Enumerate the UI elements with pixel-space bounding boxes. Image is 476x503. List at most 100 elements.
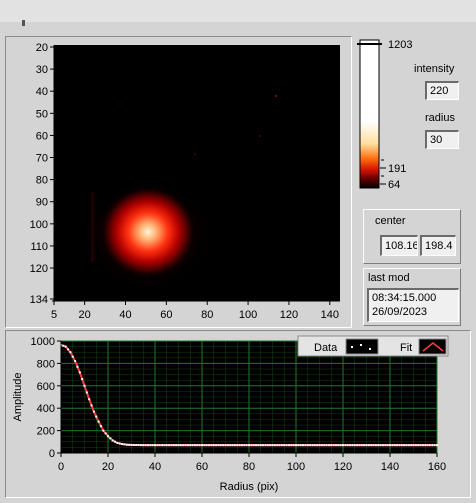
series-data-point	[240, 444, 243, 447]
legend-data-label: Data	[314, 342, 338, 354]
chart-x-axis: 0 20 40 60 80 100 120 140 160	[58, 452, 446, 473]
series-data-point	[358, 444, 361, 447]
series-data-point	[196, 444, 199, 447]
series-data-point	[262, 444, 265, 447]
series-data-point	[346, 444, 349, 447]
series-data-point	[189, 444, 192, 447]
series-data-point	[203, 444, 206, 447]
series-data-point	[255, 444, 258, 447]
series-data-point	[201, 444, 203, 447]
series-data-point	[398, 444, 401, 447]
chart-y-tick-label: 800	[37, 358, 55, 370]
series-data-point	[381, 444, 384, 447]
chart-x-tick-label: 140	[381, 461, 399, 473]
series-data-point	[374, 444, 377, 447]
series-data-point	[90, 404, 93, 407]
series-data-point	[125, 443, 128, 446]
series-data-point	[407, 444, 410, 447]
series-data-point	[168, 444, 171, 447]
series-data-point	[325, 444, 328, 447]
series-data-point	[99, 425, 102, 428]
series-data-point	[88, 398, 91, 401]
series-data-point	[154, 444, 156, 447]
series-data-point	[428, 444, 431, 447]
chart-x-tick-label: 100	[287, 461, 305, 473]
series-data-point	[161, 444, 164, 447]
series-data-point	[111, 439, 114, 442]
series-data-point	[212, 444, 215, 447]
series-data-point	[426, 444, 429, 447]
legend-fit-swatch[interactable]	[418, 338, 447, 355]
series-data-point	[217, 444, 220, 447]
chart-x-tick-label: 120	[334, 461, 352, 473]
series-data-point	[379, 444, 382, 447]
series-data-point	[135, 444, 138, 447]
chart-y-axis: 0 200 400 600 800 1000	[31, 336, 62, 460]
series-data-point	[403, 444, 406, 447]
series-data-point	[149, 444, 152, 447]
series-data-point	[396, 444, 399, 447]
series-data-point	[156, 444, 159, 447]
series-data-point	[69, 351, 72, 354]
series-data-point	[62, 344, 65, 347]
chart-y-tick-label: 200	[37, 426, 55, 438]
legend-data-swatch[interactable]	[345, 338, 379, 355]
series-data-point	[421, 444, 424, 447]
series-data-point	[431, 444, 434, 447]
series-data-point	[116, 441, 119, 444]
series-data-point	[250, 444, 253, 447]
series-data-point	[170, 444, 173, 447]
series-data-point	[193, 444, 196, 447]
series-data-point	[107, 435, 109, 438]
series-data-point	[76, 365, 79, 368]
series-data-point	[351, 444, 354, 447]
series-data-point	[245, 444, 248, 447]
legend-fit-label: Fit	[400, 342, 412, 354]
series-data-point	[419, 444, 422, 447]
series-data-point	[292, 444, 295, 447]
chart-y-tick-label: 1000	[31, 336, 55, 348]
series-data-point	[226, 444, 229, 447]
series-data-point	[191, 444, 194, 447]
series-data-point	[130, 443, 133, 446]
series-data-point	[306, 444, 309, 447]
series-data-point	[175, 444, 178, 447]
series-data-point	[266, 444, 269, 447]
series-data-point	[97, 420, 100, 423]
amplitude-radius-chart[interactable]: 0 20 40 60 80 100 120 140 160 02004006008001000 …	[0, 0, 476, 503]
series-data-point	[121, 443, 124, 446]
series-data-point	[184, 444, 187, 447]
series-data-point	[412, 444, 415, 447]
series-data-point	[186, 444, 189, 447]
series-data-point	[137, 444, 140, 447]
series-data-point	[318, 444, 321, 447]
x-axis-title: Radius (pix)	[220, 481, 279, 493]
series-data-point	[83, 384, 86, 387]
y-axis-title: Amplitude	[12, 373, 24, 422]
series-data-point	[290, 444, 293, 447]
chart-x-tick-label: 160	[428, 461, 446, 473]
series-data-point	[302, 444, 305, 447]
series-data-point	[283, 444, 286, 447]
series-data-point	[118, 442, 121, 445]
series-data-point	[224, 444, 227, 447]
series-data-point	[414, 444, 417, 447]
series-data-point	[386, 444, 389, 447]
series-data-point	[257, 444, 260, 447]
series-data-point	[417, 444, 420, 447]
series-data-point	[342, 444, 344, 447]
series-data-point	[433, 444, 436, 447]
series-data-point	[313, 444, 316, 447]
series-data-point	[64, 345, 67, 348]
series-data-point	[356, 444, 359, 447]
series-data-point	[400, 444, 403, 447]
series-data-point	[297, 444, 300, 447]
series-data-point	[332, 444, 335, 447]
series-data-point	[104, 432, 107, 435]
series-data-point	[323, 444, 326, 447]
series-data-point	[280, 444, 283, 447]
series-data-point	[309, 444, 312, 447]
series-data-point	[67, 348, 70, 351]
series-data-point	[146, 444, 149, 447]
chart-x-tick-label: 60	[196, 461, 208, 473]
